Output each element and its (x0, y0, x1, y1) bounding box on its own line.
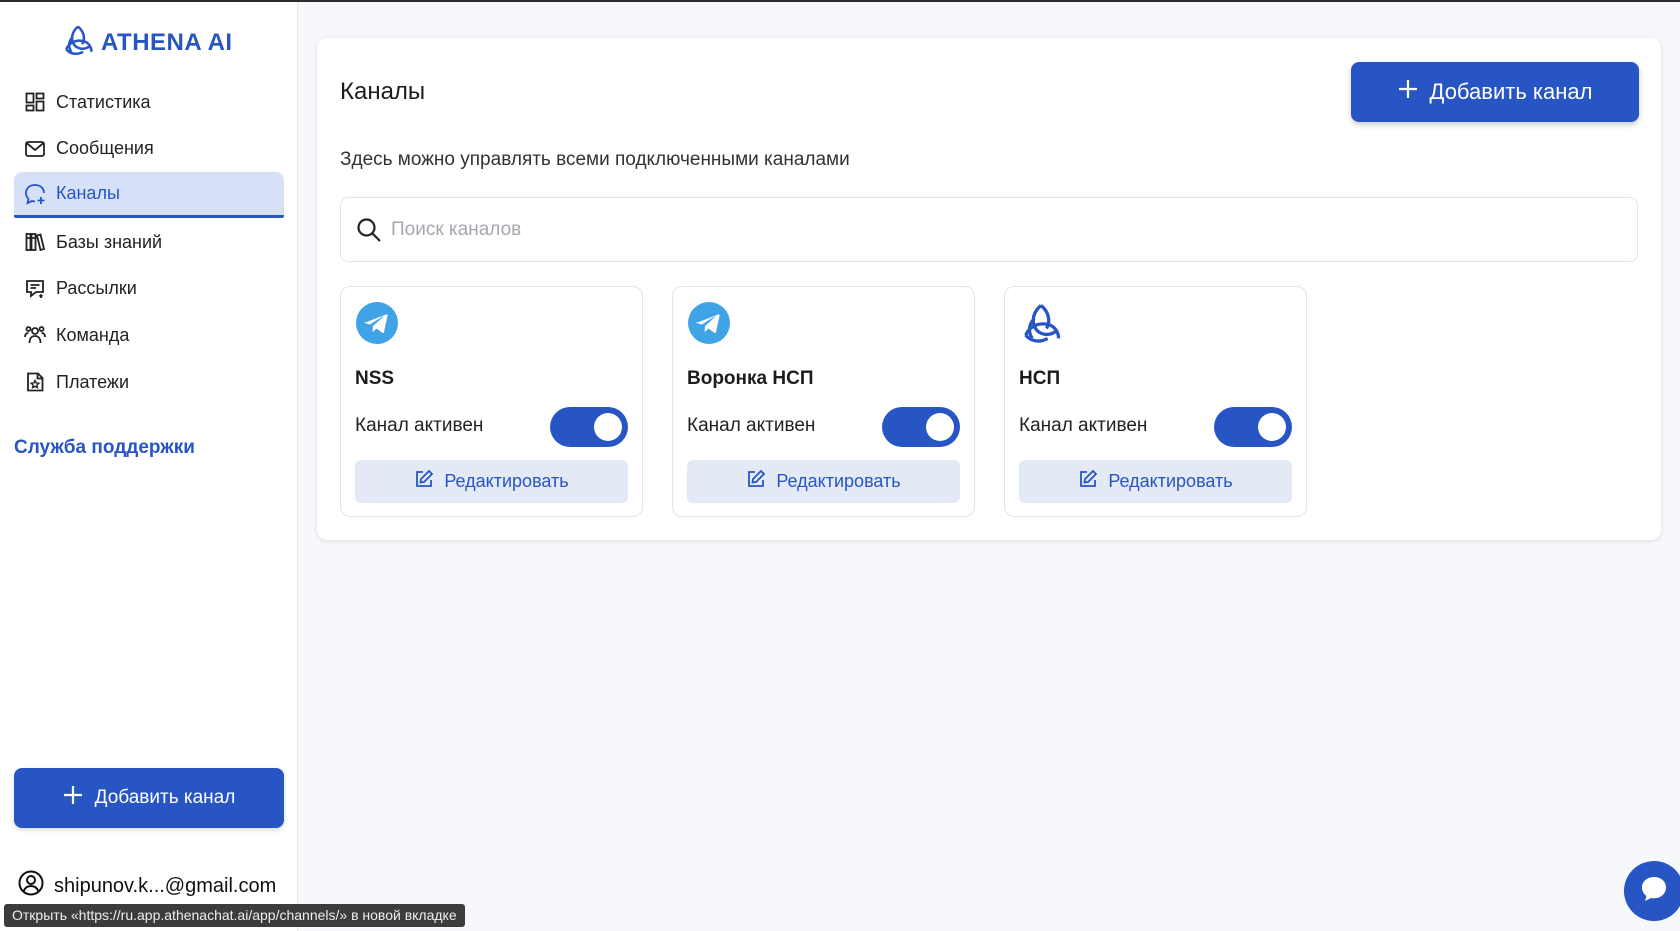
sidebar-item-payments[interactable]: Платежи (14, 359, 284, 405)
sidebar-item-label: Рассылки (56, 278, 137, 299)
edit-channel-button[interactable]: Редактировать (687, 460, 960, 503)
logo-text: ATHENA AI (101, 28, 233, 56)
plus-icon (1398, 79, 1418, 105)
sidebar-item-label: Базы знаний (56, 231, 163, 252)
page-title: Каналы (340, 78, 426, 105)
sidebar-item-knowledge-bases[interactable]: Базы знаний (14, 219, 284, 265)
channel-status-label: Канал активен (355, 415, 484, 436)
user-avatar-icon (18, 870, 44, 902)
logo[interactable]: ATHENA AI (61, 24, 233, 61)
edit-channel-label: Редактировать (444, 471, 569, 491)
edit-channel-label: Редактировать (1108, 471, 1233, 491)
sidebar-item-mailings[interactable]: Рассылки (14, 266, 284, 312)
plus-icon (63, 785, 83, 811)
toggle-knob (926, 413, 954, 441)
edit-pencil-icon (414, 469, 434, 494)
channel-active-toggle[interactable] (1214, 407, 1292, 447)
mail-icon (24, 138, 46, 160)
sidebar-item-label: Команда (56, 324, 130, 345)
channel-active-toggle[interactable] (550, 407, 628, 447)
sidebar-item-label: Каналы (56, 183, 120, 204)
sidebar-add-channel-label: Добавить канал (94, 787, 236, 808)
sidebar-item-label: Статистика (56, 91, 151, 112)
dashboard-grid-icon (24, 91, 46, 113)
support-link[interactable]: Служба поддержки (14, 437, 195, 459)
channel-status-label: Канал активен (687, 415, 816, 436)
sidebar-item-messages[interactable]: Сообщения (14, 126, 284, 172)
sidebar-item-team[interactable]: Команда (14, 312, 284, 358)
telegram-icon (687, 301, 731, 345)
channels-panel: Каналы Добавить канал Здесь можно управл… (317, 38, 1661, 540)
user-email: shipunov.k...@gmail.com (54, 874, 277, 897)
sidebar-item-channels[interactable]: Каналы (14, 172, 284, 219)
page-description: Здесь можно управлять всеми подключенным… (340, 149, 850, 170)
athena-logo-icon (61, 24, 95, 61)
channel-status-label: Канал активен (1019, 415, 1148, 436)
team-icon (24, 324, 46, 346)
channel-cards: NSS Канал активен Редактировать Воронка … (340, 286, 1307, 517)
sidebar-item-label: Сообщения (56, 138, 154, 159)
toggle-knob (594, 413, 622, 441)
add-channel-label: Добавить канал (1429, 79, 1593, 104)
search-input[interactable] (391, 218, 1591, 241)
channel-card: НСП Канал активен Редактировать (1004, 286, 1307, 517)
edit-pencil-icon (746, 469, 766, 494)
edit-pencil-icon (1078, 469, 1098, 494)
payments-icon (24, 371, 46, 393)
broadcast-icon (24, 278, 46, 300)
books-icon (24, 231, 46, 253)
sidebar-item-label: Платежи (56, 371, 130, 392)
link-status-tooltip: Открыть «https://ru.app.athenachat.ai/ap… (4, 904, 465, 927)
sidebar: ATHENA AI Статистика Сообщения Каналы Ба… (0, 2, 298, 931)
channel-name: Воронка НСП (687, 368, 814, 389)
channel-active-toggle[interactable] (882, 407, 960, 447)
search-box (340, 197, 1638, 262)
channel-name: NSS (355, 368, 395, 389)
edit-channel-button[interactable]: Редактировать (1019, 460, 1292, 503)
athena-logo-icon (1019, 301, 1063, 345)
chat-bubble-icon (1639, 874, 1669, 909)
toggle-knob (1258, 413, 1286, 441)
channel-name: НСП (1019, 368, 1061, 389)
add-channel-button[interactable]: Добавить канал (1351, 62, 1639, 122)
telegram-icon (355, 301, 399, 345)
channel-card: NSS Канал активен Редактировать (340, 286, 643, 517)
edit-channel-label: Редактировать (776, 471, 901, 491)
channel-card: Воронка НСП Канал активен Редактировать (672, 286, 975, 517)
edit-channel-button[interactable]: Редактировать (355, 460, 628, 503)
support-chat-button[interactable] (1624, 861, 1680, 921)
user-account[interactable]: shipunov.k...@gmail.com (18, 870, 276, 902)
sidebar-add-channel-button[interactable]: Добавить канал (14, 768, 284, 828)
sidebar-item-statistics[interactable]: Статистика (14, 79, 284, 125)
channels-chat-icon (24, 183, 46, 205)
search-icon (355, 216, 383, 244)
sidebar-nav: Статистика Сообщения Каналы Базы знаний … (14, 79, 284, 406)
